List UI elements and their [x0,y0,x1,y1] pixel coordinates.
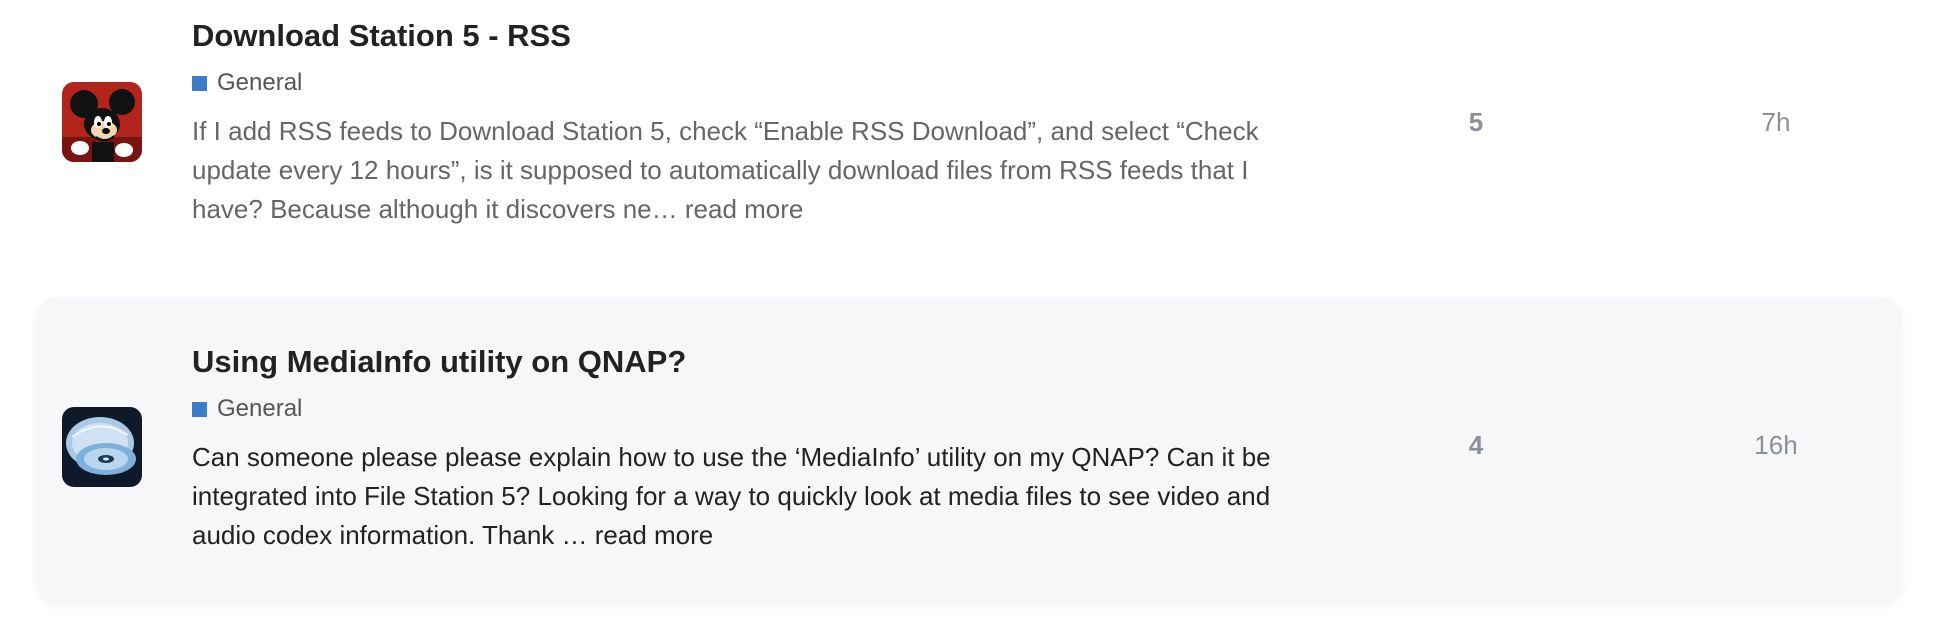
topic-row: Download Station 5 - RSS General If I ad… [36,0,1902,290]
category-name: General [217,395,303,422]
activity-time[interactable]: 7h [1716,107,1836,138]
topic-excerpt: Can someone please please explain how to… [192,438,1272,555]
category-color-swatch [192,75,207,91]
category-color-swatch [192,401,207,417]
topic-list: Download Station 5 - RSS General If I ad… [0,0,1938,620]
cartoon-mouse-avatar-icon[interactable] [62,82,142,162]
read-more-link[interactable]: read more [595,520,714,550]
category-badge[interactable]: General [192,394,1312,424]
topic-main: Download Station 5 - RSS General If I ad… [192,14,1312,229]
reply-count: 4 [1468,430,1484,460]
reply-count: 5 [1468,107,1484,137]
topic-title-link[interactable]: Download Station 5 - RSS [192,14,1312,58]
category-badge[interactable]: General [192,68,1312,98]
activity-time[interactable]: 16h [1716,430,1836,461]
disc-avatar-icon[interactable] [62,407,142,487]
topic-title-link[interactable]: Using MediaInfo utility on QNAP? [192,340,1312,384]
topic-excerpt: If I add RSS feeds to Download Station 5… [192,112,1272,229]
topic-main: Using MediaInfo utility on QNAP? General… [192,340,1312,555]
read-more-link[interactable]: read more [685,194,804,224]
topic-row: Using MediaInfo utility on QNAP? General… [36,297,1902,602]
category-name: General [217,69,303,96]
excerpt-text: Can someone please please explain how to… [192,442,1271,550]
